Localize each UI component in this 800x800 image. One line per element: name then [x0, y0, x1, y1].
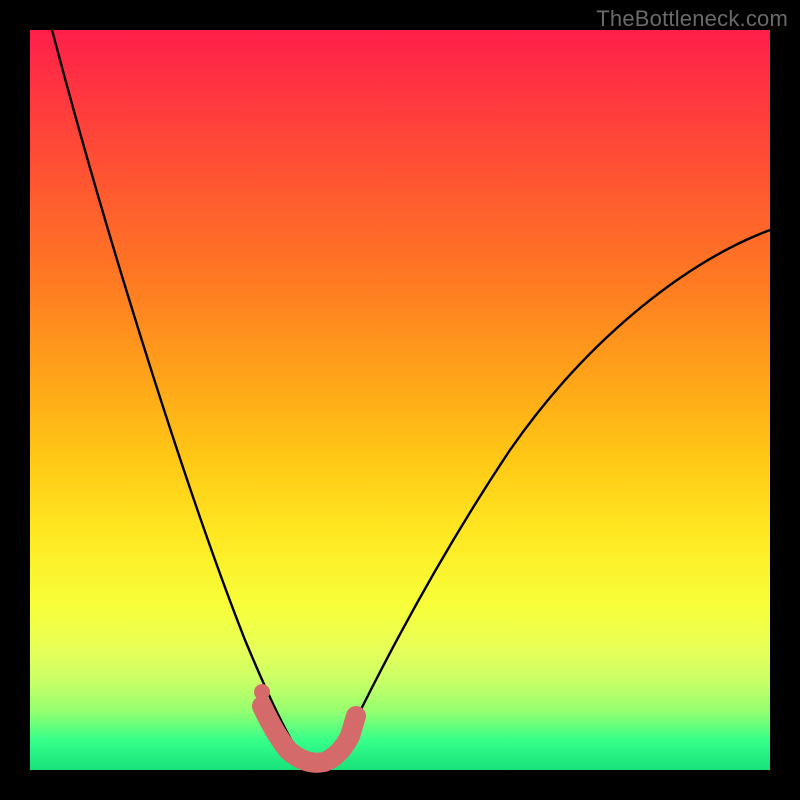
valley-dot [254, 684, 270, 700]
right-arm-curve [342, 230, 770, 748]
chart-frame: TheBottleneck.com [0, 0, 800, 800]
valley-floor [262, 706, 356, 763]
plot-area [30, 30, 770, 770]
curve-layer [30, 30, 770, 770]
left-arm-curve [52, 30, 296, 748]
attribution-text: TheBottleneck.com [596, 6, 788, 32]
